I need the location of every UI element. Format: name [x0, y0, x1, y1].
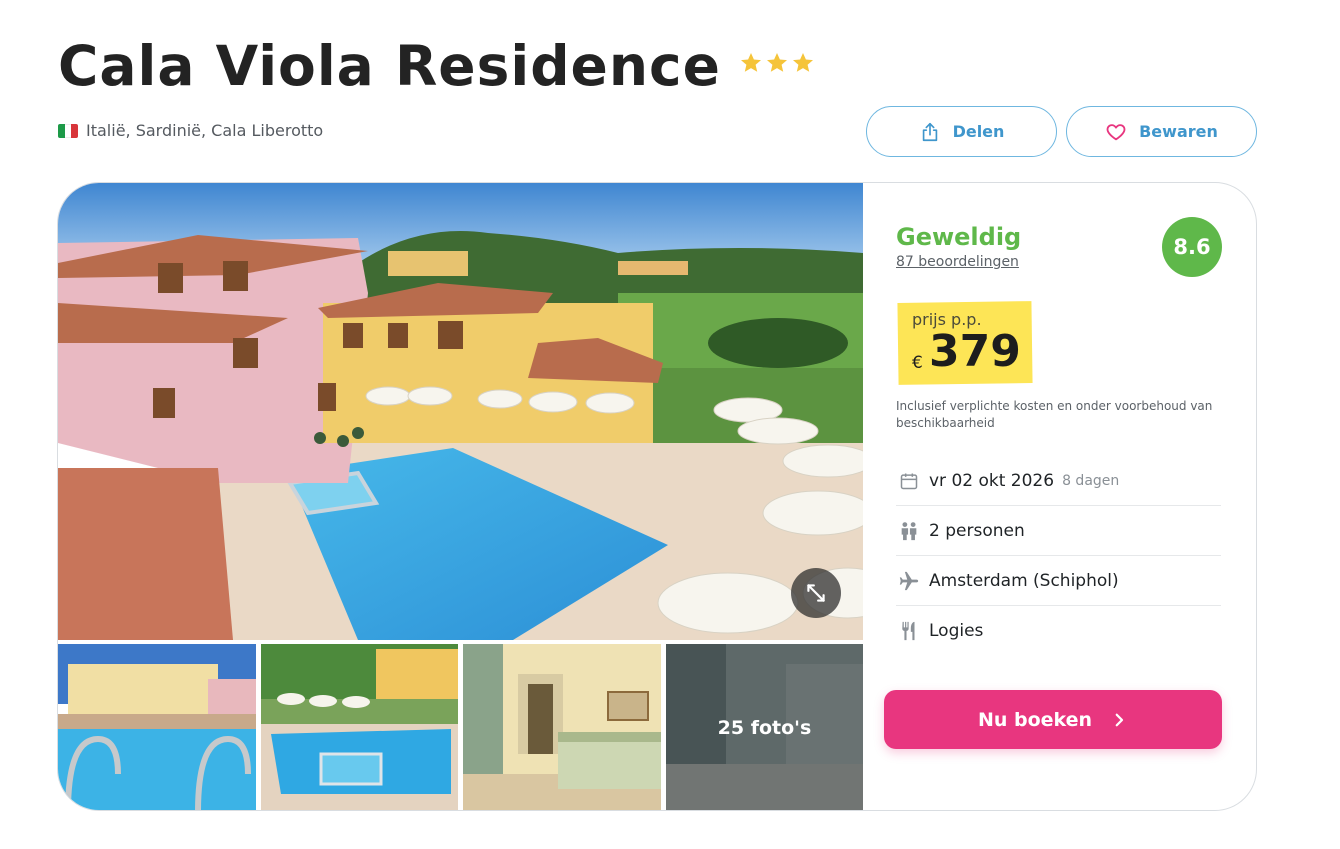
people-icon [898, 520, 920, 542]
share-icon [922, 122, 937, 141]
title-row: Cala Viola Residence [58, 30, 815, 102]
expand-photo-button[interactable] [791, 568, 841, 618]
departure-airport: Amsterdam (Schiphol) [929, 570, 1119, 591]
save-button[interactable]: Bewaren [1066, 106, 1257, 157]
rating-score-badge: 8.6 [1162, 217, 1222, 277]
date-row[interactable]: vr 02 okt 2026 8 dagen [896, 456, 1221, 506]
main-photo[interactable] [58, 183, 863, 640]
reviews-link[interactable]: 87 beoordelingen [896, 254, 1019, 270]
chevron-right-icon [1115, 713, 1124, 726]
booking-panel: Geweldig 87 beoordelingen 8.6 prijs p.p.… [863, 183, 1256, 810]
price-amount: 379 [929, 326, 1021, 377]
gallery-thumbnail-more[interactable]: 25 foto's [666, 644, 863, 810]
price-currency: € [912, 353, 923, 373]
departure-row[interactable]: Amsterdam (Schiphol) [896, 556, 1221, 606]
gallery-thumbnail[interactable] [261, 644, 458, 810]
star-icon [766, 53, 787, 72]
cutlery-icon [898, 620, 920, 642]
price-disclaimer: Inclusief verplichte kosten en onder voo… [896, 399, 1213, 430]
persons-row[interactable]: 2 personen [896, 506, 1221, 556]
book-now-button[interactable]: Nu boeken [884, 690, 1222, 749]
star-rating [739, 51, 815, 75]
star-icon [792, 53, 813, 72]
more-photos-label: 25 foto's [717, 717, 812, 739]
trip-duration: 8 dagen [1062, 472, 1120, 489]
hotel-title: Cala Viola Residence [58, 34, 721, 98]
share-button[interactable]: Delen [866, 106, 1057, 157]
hotel-card: 25 foto's Geweldig 87 beoordelingen 8.6 … [57, 182, 1257, 811]
plane-icon [898, 570, 920, 592]
share-label: Delen [952, 122, 1005, 141]
calendar-icon [898, 470, 920, 492]
rating-word: Geweldig [896, 223, 1022, 251]
departure-date: vr 02 okt 2026 [929, 470, 1055, 491]
persons-text: 2 personen [929, 520, 1025, 541]
gallery-thumbnail[interactable] [463, 644, 661, 810]
more-photos-overlay[interactable]: 25 foto's [666, 644, 863, 810]
expand-icon [807, 584, 825, 602]
board-type: Logies [929, 621, 984, 641]
gallery-thumbnail[interactable] [58, 644, 256, 810]
star-icon [740, 53, 761, 72]
heart-icon [1106, 123, 1126, 140]
italy-flag-icon [58, 123, 78, 138]
save-label: Bewaren [1139, 122, 1218, 141]
location: Italië, Sardinië, Cala Liberotto [58, 121, 323, 140]
location-text: Italië, Sardinië, Cala Liberotto [86, 121, 324, 140]
board-row[interactable]: Logies [896, 606, 1221, 656]
book-now-label: Nu boeken [977, 708, 1093, 731]
